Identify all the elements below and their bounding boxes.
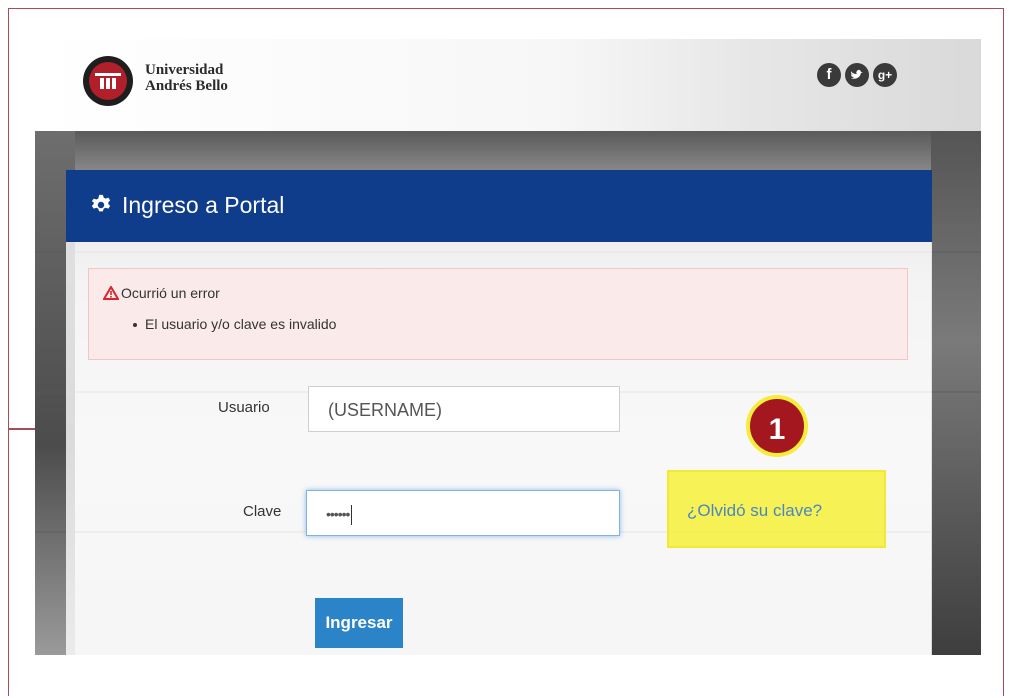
university-name: Universidad Andrés Bello [145, 62, 228, 94]
twitter-icon[interactable] [845, 63, 869, 87]
forgot-password-highlight: ¿Olvidó su clave? [667, 470, 886, 548]
university-name-line1: Universidad [145, 62, 224, 78]
username-label: Usuario [218, 399, 270, 416]
password-label: Clave [243, 503, 282, 520]
university-logo [83, 56, 133, 106]
university-name-line2: Andrés Bello [145, 78, 228, 94]
submit-button[interactable]: Ingresar [315, 598, 403, 648]
panel-title: Ingreso a Portal [122, 192, 285, 218]
panel-header: Ingreso a Portal [66, 170, 932, 242]
social-links: f g+ [817, 63, 897, 87]
facebook-icon[interactable]: f [817, 63, 841, 87]
alert-message: El usuario y/o clave es invalido [132, 316, 337, 332]
google-plus-icon[interactable]: g+ [873, 63, 897, 87]
warning-icon [103, 286, 119, 300]
password-masked-value: •••••• [326, 506, 350, 522]
forgot-password-link[interactable]: ¿Olvidó su clave? [687, 501, 822, 521]
step-number-badge: 1 [746, 395, 808, 457]
login-screenshot: Universidad Andrés Bello f g+ Ingreso a … [35, 39, 981, 655]
site-header: Universidad Andrés Bello f g+ [35, 39, 981, 131]
text-caret [351, 505, 353, 526]
password-input[interactable]: •••••• [306, 490, 620, 536]
login-panel: Ingreso a Portal Ocurrió un error El usu… [66, 170, 932, 655]
alert-title: Ocurrió un error [121, 285, 220, 301]
username-input[interactable]: (USERNAME) [308, 386, 620, 432]
gear-icon [91, 194, 111, 212]
error-alert: Ocurrió un error El usuario y/o clave es… [88, 268, 908, 360]
alert-title-row: Ocurrió un error [103, 285, 220, 301]
